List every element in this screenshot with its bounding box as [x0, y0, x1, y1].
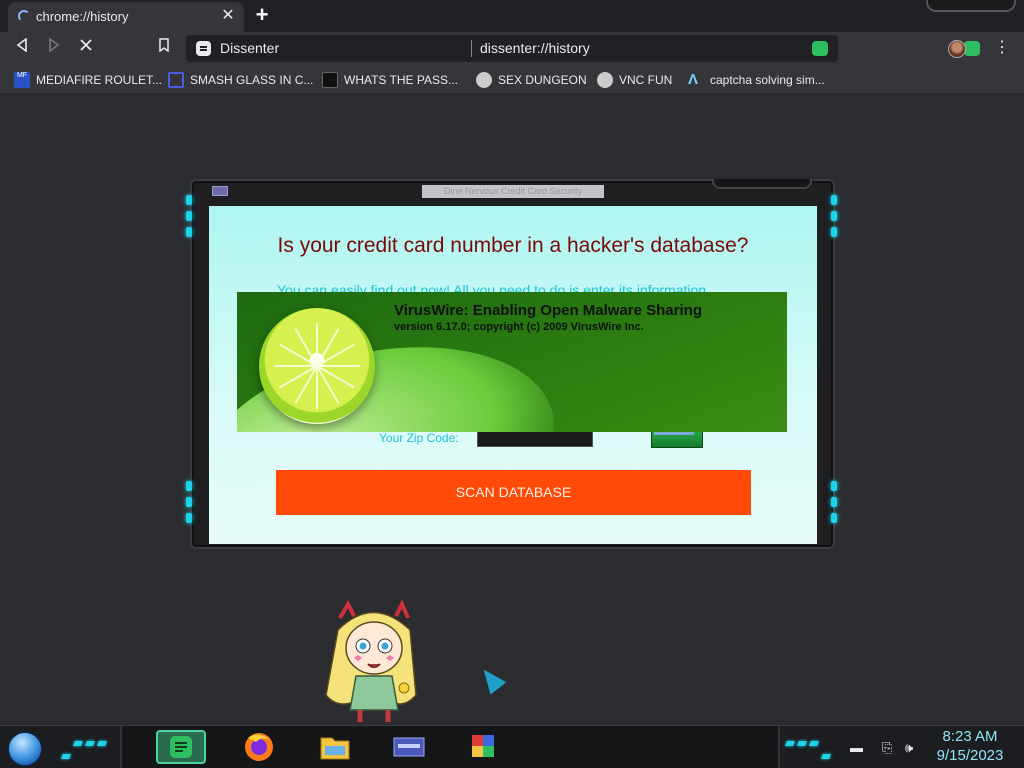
- bookmark-sex-dungeon[interactable]: SEX DUNGEON: [476, 71, 587, 89]
- frame-light: [831, 513, 837, 523]
- stop-button[interactable]: [74, 36, 98, 60]
- profile-avatar[interactable]: [948, 40, 966, 58]
- scan-database-button[interactable]: SCAN DATABASE: [276, 470, 751, 515]
- bookmarks-bar: MF MEDIAFIRE ROULET... SMASH GLASS IN C..…: [0, 64, 1024, 94]
- mouse-cursor-icon: [475, 663, 507, 695]
- tab-title: chrome://history: [36, 9, 129, 24]
- page-content: Dine Nervous Credit Card Security Is you…: [0, 95, 1024, 725]
- frame-light: [186, 513, 192, 523]
- bookmark-captcha[interactable]: Λcaptcha solving sim...: [688, 71, 825, 89]
- volume-icon[interactable]: 🕪: [905, 740, 913, 756]
- frame-light: [831, 195, 837, 205]
- taskbar-file-explorer-app[interactable]: [312, 730, 362, 764]
- bookmark-vnc-fun[interactable]: VNC FUN: [597, 71, 672, 89]
- dissenter-comments-icon[interactable]: [812, 41, 828, 56]
- dissenter-extension-icon[interactable]: [964, 41, 980, 56]
- tab-strip: chrome://history ✕ +: [0, 0, 1024, 32]
- stop-x-icon: [80, 39, 92, 51]
- frame-light: [831, 497, 837, 507]
- taskbar-paint-app[interactable]: [460, 730, 510, 764]
- omnibox-divider: [471, 40, 472, 57]
- page-headline: Is your credit card number in a hacker's…: [277, 234, 749, 257]
- bookmark-icon: [159, 38, 169, 53]
- lime-logo-icon: [259, 308, 375, 424]
- chat-app-icon: [170, 736, 192, 758]
- frame-light: [831, 481, 837, 491]
- lock-icon: [322, 71, 338, 88]
- dungeon-icon: [476, 71, 492, 88]
- taskbar-light: [97, 741, 107, 746]
- frame-light: [831, 211, 837, 221]
- forward-button[interactable]: [42, 36, 66, 60]
- network-icon[interactable]: ⎘: [882, 740, 892, 756]
- folder-icon: [320, 737, 350, 760]
- frame-light: [186, 227, 192, 237]
- taskbar-light: [797, 741, 807, 746]
- taskbar-firefox-app[interactable]: [236, 730, 286, 764]
- viruswire-splash: VirusWire: Enabling Open Malware Sharing…: [237, 292, 787, 432]
- taskbar-window-app[interactable]: [386, 730, 436, 764]
- taskbar-light: [809, 741, 819, 746]
- mediafire-icon: MF: [14, 71, 30, 88]
- bookmark-mediafire[interactable]: MF MEDIAFIRE ROULET...: [14, 71, 162, 89]
- splash-version: version 6.17.0; copyright (c) 2009 Virus…: [394, 321, 644, 333]
- site-name: Dissenter: [220, 40, 280, 56]
- browser-menu-button[interactable]: ⋮: [992, 36, 1012, 60]
- frame-light: [186, 211, 192, 221]
- frame-light: [186, 497, 192, 507]
- back-arrow-icon: [16, 37, 27, 53]
- back-button[interactable]: [10, 36, 34, 60]
- frame-light: [186, 481, 192, 491]
- bookmark-smash-glass[interactable]: SMASH GLASS IN C...: [168, 71, 313, 89]
- site-chat-icon: [196, 41, 211, 56]
- captcha-icon: Λ: [688, 70, 699, 88]
- frame-light: [831, 227, 837, 237]
- glass-icon: [168, 71, 184, 88]
- window-title: Dine Nervous Credit Card Security: [422, 185, 604, 198]
- loading-spinner-icon: [18, 10, 30, 22]
- tray-expand-icon[interactable]: ▬: [850, 740, 863, 755]
- firefox-icon: [245, 733, 273, 761]
- window-top-decoration: [712, 179, 812, 189]
- credit-card-icon: [651, 427, 703, 448]
- start-button[interactable]: [8, 732, 42, 766]
- window-frame-decoration: [926, 0, 1016, 12]
- clock-time[interactable]: 8:23 AM: [930, 728, 1010, 745]
- url-text[interactable]: dissenter://history: [480, 40, 590, 56]
- browser-tab[interactable]: chrome://history ✕: [8, 2, 244, 32]
- clock-date[interactable]: 9/15/2023: [930, 747, 1010, 764]
- window-app-icon: [393, 737, 425, 757]
- bookmark-button[interactable]: [152, 36, 176, 60]
- taskbar-dissenter-app[interactable]: [156, 730, 206, 764]
- splash-title: VirusWire: Enabling Open Malware Sharing: [394, 302, 702, 319]
- new-tab-button[interactable]: +: [250, 4, 274, 28]
- taskbar-light: [821, 754, 831, 759]
- taskbar-light: [85, 741, 95, 746]
- bookmark-whats-the-pass[interactable]: WHATS THE PASS...: [322, 71, 458, 89]
- vnc-icon: [597, 71, 613, 88]
- paint-icon: [472, 735, 494, 757]
- taskbar-apps: [120, 726, 780, 768]
- close-tab-icon[interactable]: ✕: [218, 6, 238, 26]
- taskbar: ▬ ⎘ 🕪 8:23 AM 9/15/2023: [0, 725, 1024, 768]
- taskbar-light: [61, 754, 71, 759]
- forward-arrow-icon: [49, 37, 60, 53]
- window-app-icon: [212, 186, 228, 196]
- browser-toolbar: Dissenter dissenter://history ⋮: [0, 32, 1024, 64]
- cartoon-girl-sticker: [325, 600, 417, 722]
- taskbar-light: [73, 741, 83, 746]
- frame-light: [186, 195, 192, 205]
- address-bar[interactable]: Dissenter dissenter://history: [186, 35, 980, 62]
- zip-label: Your Zip Code:: [379, 431, 459, 445]
- taskbar-light: [785, 741, 795, 746]
